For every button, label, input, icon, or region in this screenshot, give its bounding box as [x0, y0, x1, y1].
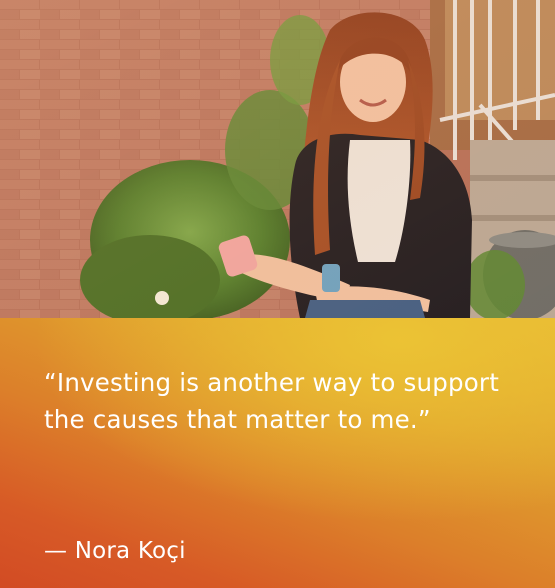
quote-text: “Investing is another way to support the… [44, 368, 500, 434]
quote-attribution: — Nora Koçi [44, 538, 186, 564]
quote-card: “Investing is another way to support the… [0, 0, 555, 588]
portrait-photo [0, 0, 555, 318]
quote-panel: “Investing is another way to support the… [0, 318, 555, 588]
